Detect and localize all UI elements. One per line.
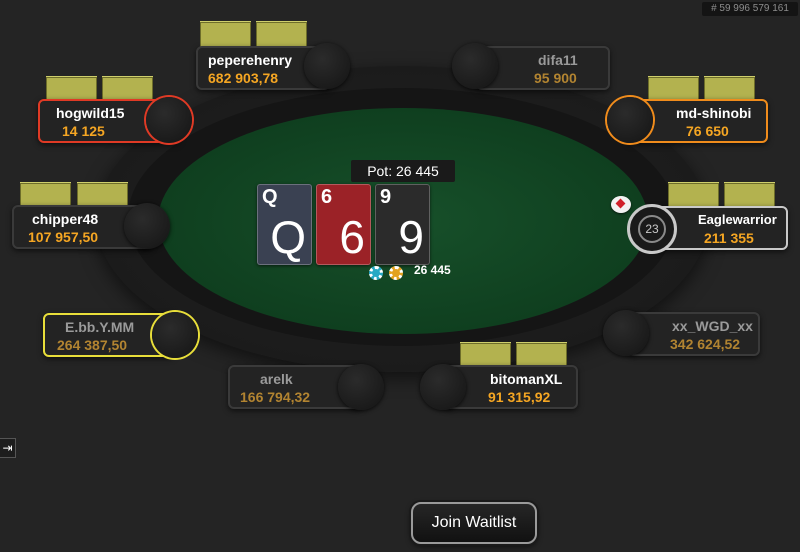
player-stack: 166 794,32 [240, 389, 311, 405]
player-name: E.bb.Y.MM [65, 319, 135, 335]
player-stack: 91 315,92 [488, 389, 551, 405]
card-rank-big: 9 [398, 211, 424, 263]
dealer-button-icon [611, 196, 631, 213]
board-card-2: 6 6 [316, 184, 371, 265]
player-name: md-shinobi [676, 105, 752, 121]
player-name: Eaglewarrior [698, 212, 777, 227]
hole-card-back [256, 21, 307, 48]
pot-display: Pot: 26 445 [351, 160, 455, 182]
player-stack: 14 125 [62, 123, 105, 139]
player-stack: 342 624,52 [670, 336, 741, 352]
card-rank-big: Q [270, 211, 306, 263]
player-name: difa11 [538, 52, 578, 68]
hand-id: # 59 996 579 161 [702, 2, 798, 16]
player-stack: 95 900 [534, 70, 577, 86]
player-stack: 211 355 [704, 230, 754, 246]
avatar[interactable] [152, 312, 198, 358]
player-name: chipper48 [32, 211, 99, 227]
chip-icon [369, 266, 383, 280]
player-name: bitomanXL [490, 371, 563, 387]
player-stack: 264 387,50 [57, 337, 128, 353]
expand-panel-icon[interactable]: ⇥ [0, 438, 16, 458]
player-name: arelk [260, 371, 293, 387]
avatar[interactable] [452, 43, 498, 89]
card-rank-corner: 9 [380, 186, 392, 208]
player-name: hogwild15 [56, 105, 125, 121]
board-card-3: 9 9 [375, 184, 430, 265]
player-name: xx_WGD_xx [672, 318, 753, 334]
hole-card-back [724, 182, 775, 209]
player-stack: 682 903,78 [208, 70, 279, 86]
avatar[interactable] [603, 310, 649, 356]
hole-card-back [200, 21, 251, 48]
avatar[interactable] [420, 364, 466, 410]
avatar[interactable] [607, 97, 653, 143]
hole-card-back [668, 182, 719, 209]
avatar[interactable] [338, 364, 384, 410]
action-timer: 23 [627, 204, 677, 254]
card-rank-big: 6 [339, 211, 365, 263]
avatar[interactable] [146, 97, 192, 143]
board-card-1: Q Q [257, 184, 312, 265]
card-rank-corner: Q [262, 186, 278, 208]
avatar[interactable] [124, 203, 170, 249]
player-name: peperehenry [208, 52, 293, 68]
player-stack: 107 957,50 [28, 229, 99, 245]
bet-amount: 26 445 [414, 263, 451, 277]
join-waitlist-button[interactable]: Join Waitlist [411, 502, 537, 544]
chip-icon [389, 266, 403, 280]
timer-value: 23 [638, 215, 666, 243]
avatar[interactable] [304, 43, 350, 89]
card-rank-corner: 6 [321, 186, 333, 208]
player-stack: 76 650 [686, 123, 729, 139]
